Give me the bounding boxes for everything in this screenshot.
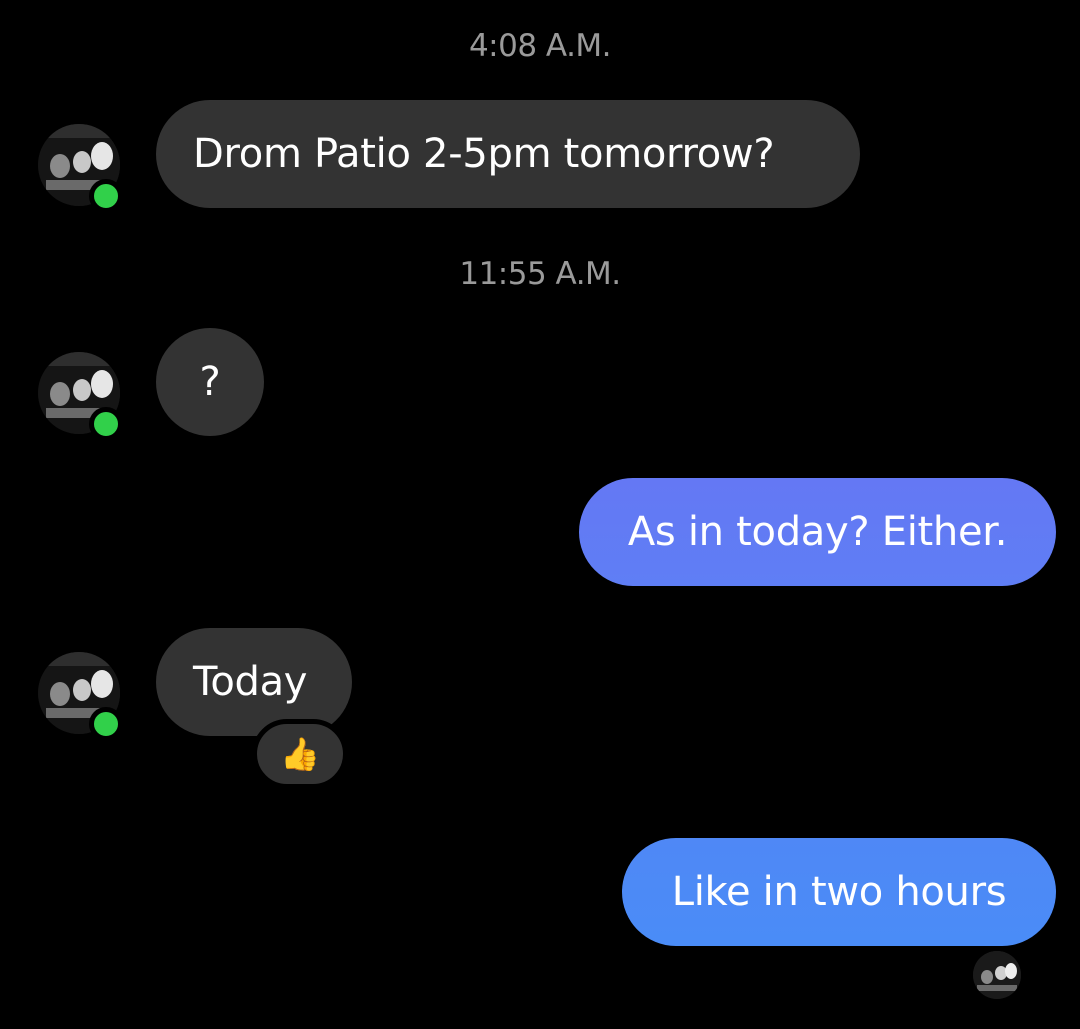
seen-avatar-icon (973, 951, 1021, 999)
thumbs-up-icon: 👍 (280, 735, 320, 773)
online-dot-icon (89, 707, 123, 741)
message-bubble-outgoing[interactable]: As in today? Either. (579, 478, 1056, 586)
message-bubble-incoming[interactable]: Drom Patio 2-5pm tomorrow? (156, 100, 860, 208)
online-dot-icon (89, 179, 123, 213)
timestamp: 4:08 A.M. (468, 28, 612, 64)
online-dot-icon (89, 407, 123, 441)
message-bubble-incoming[interactable]: ? (156, 328, 264, 436)
timestamp: 11:55 A.M. (459, 256, 621, 292)
reaction-badge[interactable]: 👍 (252, 719, 348, 789)
read-receipt-photo (973, 951, 1021, 999)
message-bubble-outgoing[interactable]: Like in two hours (622, 838, 1056, 946)
